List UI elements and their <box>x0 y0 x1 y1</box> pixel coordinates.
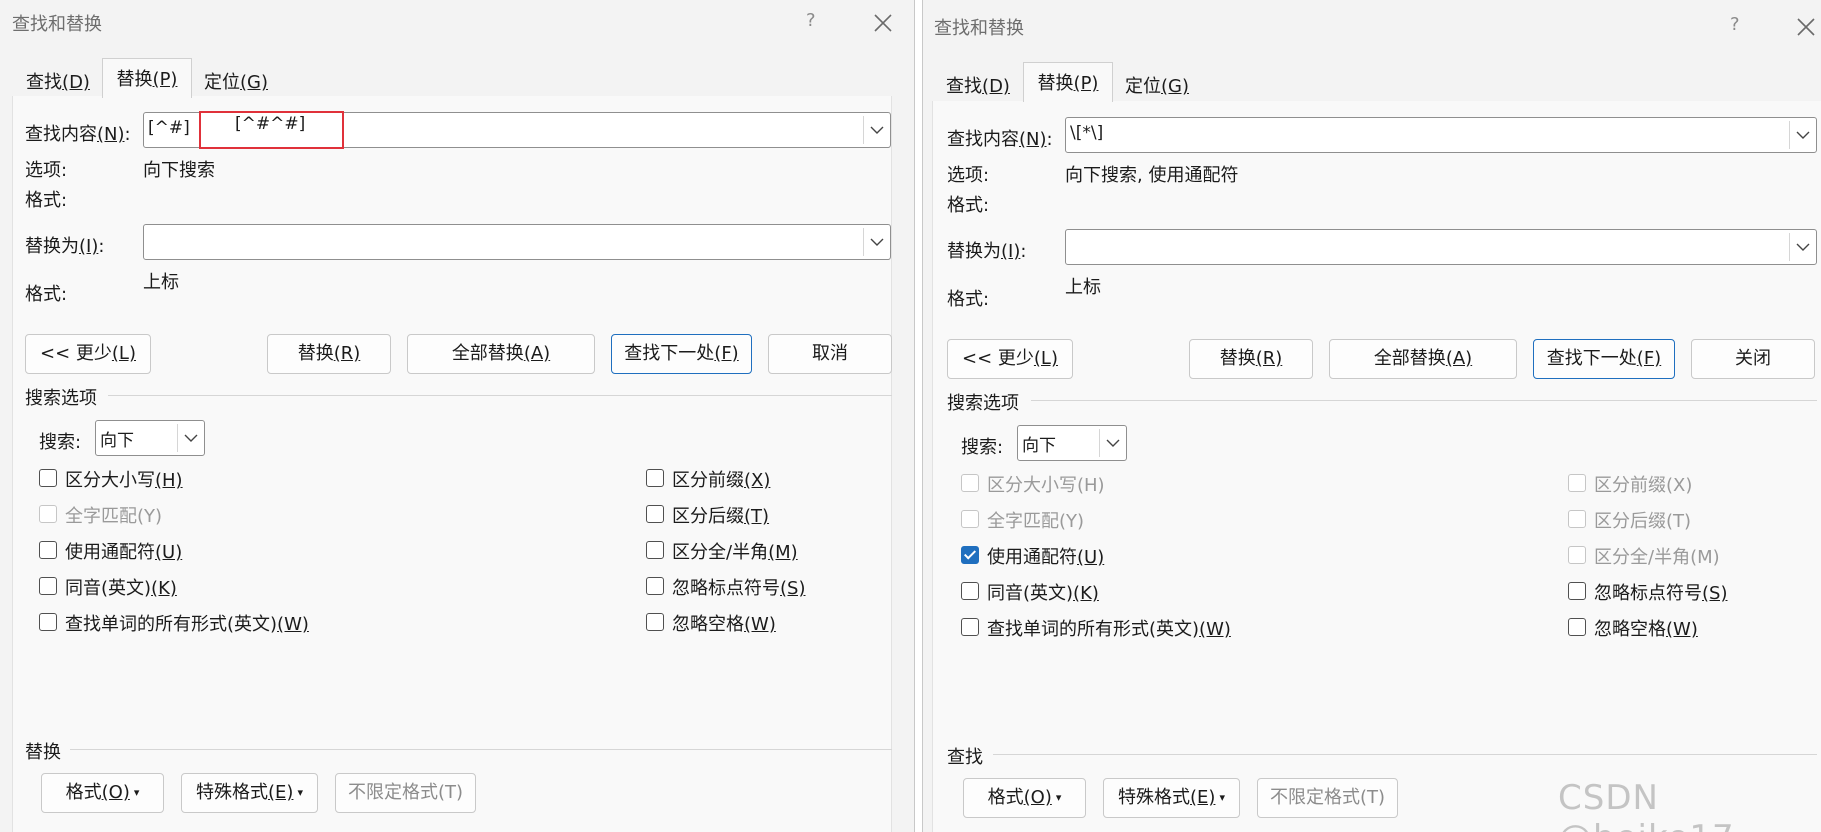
search-direction-select[interactable]: 向下 <box>1017 425 1127 461</box>
replace-button[interactable]: 替换(R) <box>267 334 391 374</box>
replace-all-button[interactable]: 全部替换(A) <box>407 334 595 374</box>
find-label: 查找内容(N): <box>25 124 131 145</box>
options-value: 向下搜索 <box>143 160 215 181</box>
tab-replace[interactable]: 替换(P) <box>1023 62 1113 102</box>
replace-format-value: 上标 <box>143 272 179 293</box>
dropdown-arrow-icon: ▾ <box>1055 791 1062 804</box>
image-separator <box>915 0 922 832</box>
checkbox-icon[interactable] <box>1568 510 1586 528</box>
find-replace-dialog-right: 查找和替换 ? 查找(D) 替换(P) 定位(G) 查找内容(N): \[*\]… <box>922 0 1821 832</box>
checkbox-icon[interactable] <box>39 577 57 595</box>
close-button[interactable]: 关闭 <box>1691 339 1815 379</box>
section-divider <box>108 395 892 396</box>
replace-input[interactable] <box>143 224 891 260</box>
replace-section-label: 替换 <box>25 742 61 763</box>
search-options-label: 搜索选项 <box>947 393 1019 414</box>
replace-label: 替换为(I): <box>947 241 1027 262</box>
checkbox-icon[interactable] <box>39 541 57 559</box>
tab-panel <box>932 101 1821 832</box>
options-label: 选项: <box>947 165 990 186</box>
find-replace-dialog-left: 查找和替换 ? 查找(D) 替换(P) 定位(G) 查找内容(N): [^#] … <box>0 0 915 832</box>
find-next-button[interactable]: 查找下一处(F) <box>611 334 752 374</box>
options-label: 选项: <box>25 160 68 181</box>
checkbox-icon[interactable] <box>646 577 664 595</box>
watermark: CSDN @beike17 <box>1558 778 1734 832</box>
find-annotation: [^#^#] <box>235 114 306 134</box>
tab-panel <box>12 96 892 832</box>
search-direction-value: 向下 <box>1022 436 1056 456</box>
replace-format-label: 格式: <box>947 289 990 310</box>
replace-label: 替换为(I): <box>25 236 105 257</box>
search-direction-select[interactable]: 向下 <box>95 420 205 456</box>
checkbox-icon[interactable] <box>646 613 664 631</box>
search-direction-label: 搜索: <box>961 437 1004 458</box>
dropdown-arrow-icon: ▾ <box>297 786 303 799</box>
checkbox-icon[interactable] <box>961 582 979 600</box>
chevron-down-icon[interactable] <box>1789 233 1815 261</box>
checkbox-icon[interactable] <box>1568 618 1586 636</box>
find-section-label: 查找 <box>947 747 983 768</box>
options-value: 向下搜索, 使用通配符 <box>1065 165 1239 186</box>
cancel-button[interactable]: 取消 <box>768 334 892 374</box>
chevron-down-icon[interactable] <box>863 116 889 144</box>
search-options-label: 搜索选项 <box>25 388 97 409</box>
tab-find[interactable]: 查找(D) <box>933 66 1023 102</box>
replace-input[interactable] <box>1065 229 1817 265</box>
no-formatting-button[interactable]: 不限定格式(T) <box>1257 778 1398 818</box>
less-button[interactable]: << 更少(L) <box>947 339 1073 379</box>
find-format-label: 格式: <box>947 195 990 216</box>
format-button[interactable]: 格式(O) ▾ <box>963 778 1086 818</box>
checkbox-icon[interactable] <box>646 469 664 487</box>
chevron-down-icon[interactable] <box>863 228 889 256</box>
less-button[interactable]: << 更少(L) <box>25 334 151 374</box>
format-button[interactable]: 格式(O) ▾ <box>41 773 164 813</box>
tab-find[interactable]: 查找(D) <box>14 62 102 98</box>
tab-goto[interactable]: 定位(G) <box>1113 66 1201 102</box>
checkbox-icon[interactable] <box>39 505 57 523</box>
section-divider <box>993 754 1817 755</box>
tab-goto[interactable]: 定位(G) <box>192 62 280 98</box>
checkbox-icon[interactable] <box>961 618 979 636</box>
dialog-title: 查找和替换 <box>12 14 102 35</box>
special-format-button[interactable]: 特殊格式(E) ▾ <box>181 773 318 813</box>
replace-button[interactable]: 替换(R) <box>1189 339 1313 379</box>
find-label: 查找内容(N): <box>947 129 1053 150</box>
help-icon[interactable]: ? <box>1730 14 1740 35</box>
help-icon[interactable]: ? <box>806 10 816 31</box>
special-format-button[interactable]: 特殊格式(E) ▾ <box>1103 778 1240 818</box>
checkbox-icon[interactable] <box>646 541 664 559</box>
find-next-button[interactable]: 查找下一处(F) <box>1533 339 1675 379</box>
replace-all-button[interactable]: 全部替换(A) <box>1329 339 1517 379</box>
section-divider <box>70 749 892 750</box>
replace-format-label: 格式: <box>25 284 68 305</box>
checkbox-icon[interactable] <box>1568 582 1586 600</box>
checkbox-icon[interactable] <box>961 474 979 492</box>
checkmark-icon[interactable] <box>961 546 979 564</box>
find-input[interactable]: \[*\] <box>1065 117 1817 153</box>
checkbox-icon[interactable] <box>39 613 57 631</box>
dropdown-arrow-icon: ▾ <box>133 786 140 799</box>
close-icon[interactable] <box>872 12 894 39</box>
replace-format-value: 上标 <box>1065 277 1101 298</box>
checkbox-icon[interactable] <box>39 469 57 487</box>
find-input-value: [^#] <box>148 118 190 138</box>
find-format-label: 格式: <box>25 190 68 211</box>
checkbox-icon[interactable] <box>1568 546 1586 564</box>
close-icon[interactable] <box>1795 16 1817 43</box>
checkbox-icon[interactable] <box>1568 474 1586 492</box>
find-input-value: \[*\] <box>1070 123 1104 143</box>
tab-replace[interactable]: 替换(P) <box>102 58 192 98</box>
section-divider <box>1031 400 1817 401</box>
search-direction-value: 向下 <box>100 431 134 451</box>
search-direction-label: 搜索: <box>39 432 82 453</box>
checkbox-icon[interactable] <box>646 505 664 523</box>
chevron-down-icon[interactable] <box>1789 121 1815 149</box>
dialog-title: 查找和替换 <box>934 18 1024 39</box>
no-formatting-button[interactable]: 不限定格式(T) <box>335 773 476 813</box>
dropdown-arrow-icon: ▾ <box>1219 791 1225 804</box>
checkbox-icon[interactable] <box>961 510 979 528</box>
chevron-down-icon[interactable] <box>1099 429 1125 457</box>
chevron-down-icon[interactable] <box>177 424 203 452</box>
